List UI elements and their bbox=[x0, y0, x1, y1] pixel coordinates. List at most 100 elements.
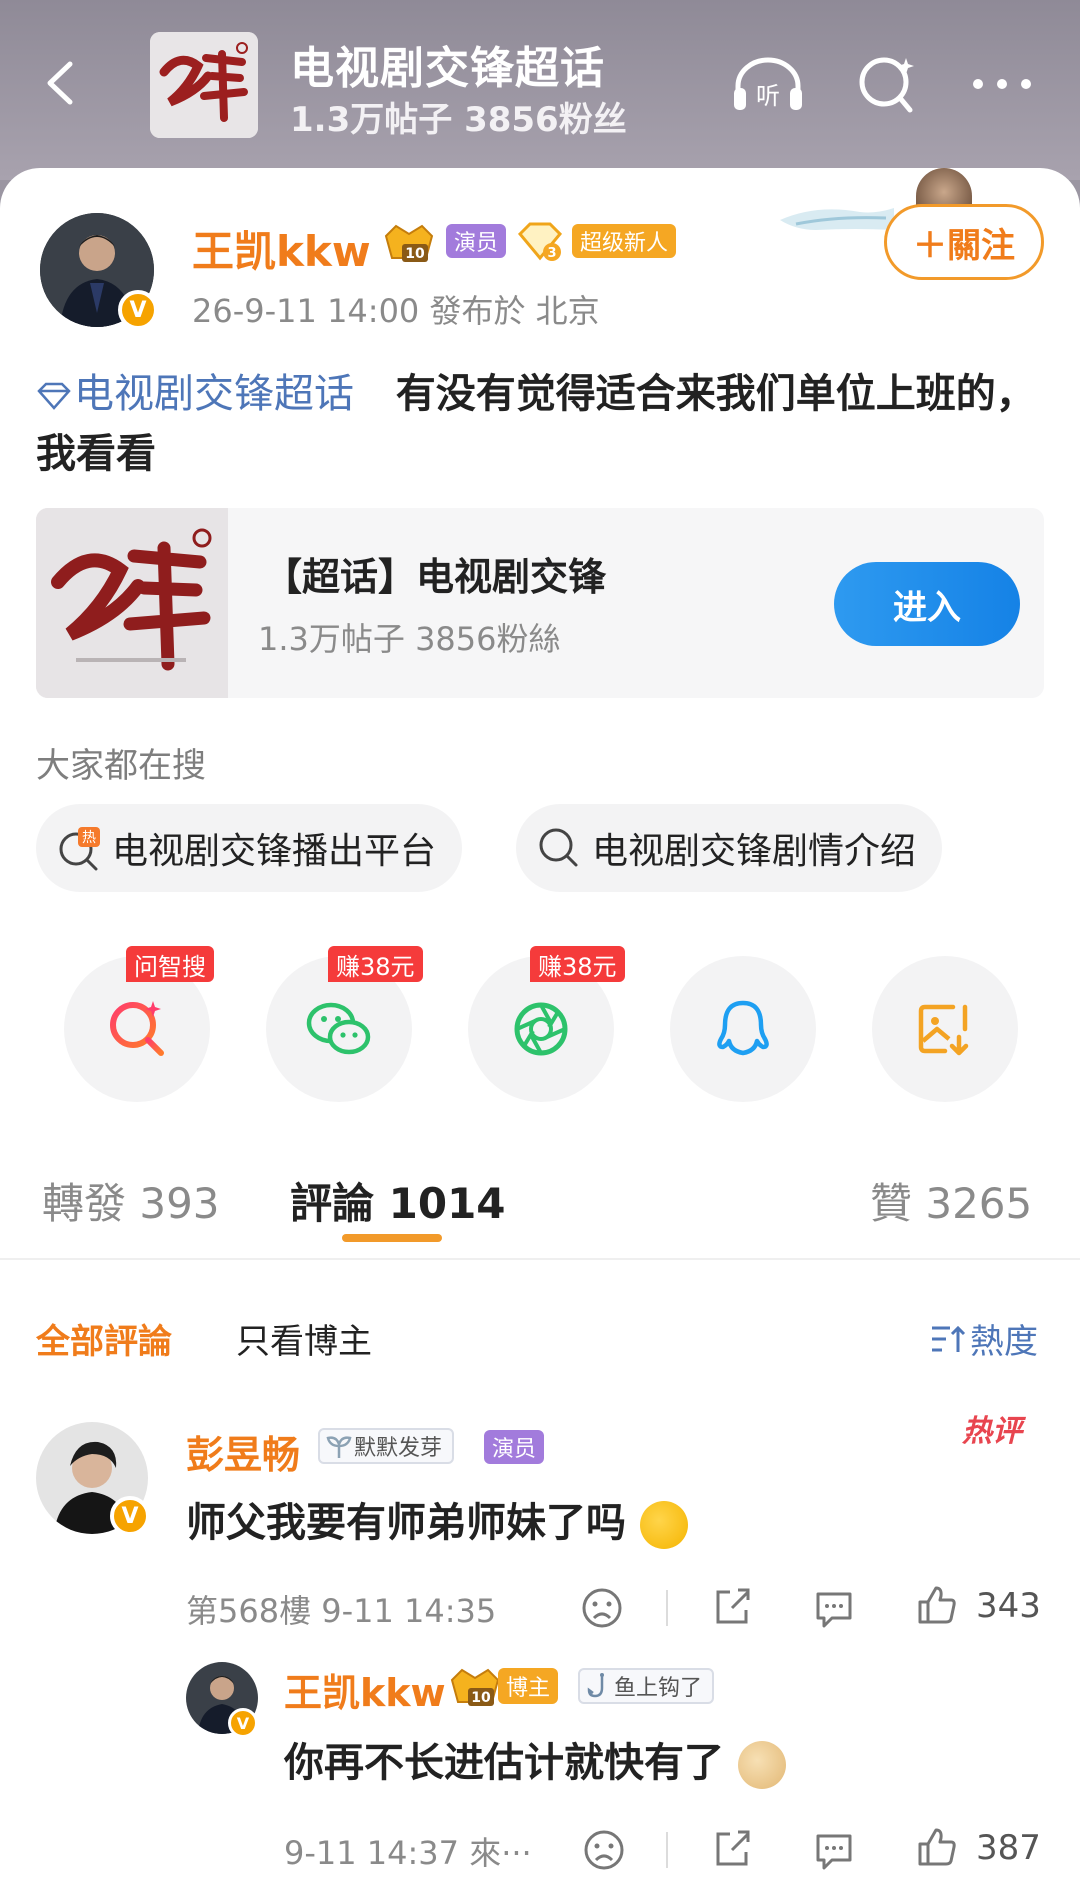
comment-meta: 第568樓 9-11 14:35 bbox=[186, 1592, 497, 1630]
wechat-icon bbox=[306, 1002, 371, 1055]
reply-text-body: 你再不长进估计就快有了 bbox=[284, 1740, 724, 1786]
doge-emoji-icon bbox=[737, 1741, 786, 1789]
actor-tag: 演员 bbox=[484, 1430, 545, 1464]
verified-badge-icon: V bbox=[228, 1708, 258, 1738]
headphones-listen-icon: 听 bbox=[734, 57, 802, 110]
thinking-emoji-icon bbox=[639, 1501, 688, 1549]
filter-all-comments[interactable]: 全部評論 bbox=[36, 1314, 172, 1363]
more-dots-icon bbox=[973, 79, 1031, 89]
share-ai-search-button[interactable]: 问智搜 bbox=[64, 946, 214, 1102]
author-name[interactable]: 王凯kkw bbox=[192, 218, 371, 279]
svg-text:听: 听 bbox=[756, 82, 780, 110]
action-separator bbox=[666, 1590, 668, 1626]
dislike-face-icon[interactable] bbox=[580, 1586, 624, 1630]
topic-link[interactable]: 电视剧交锋超话 bbox=[36, 371, 354, 417]
supertopic-diamond-icon bbox=[37, 382, 71, 410]
sprout-icon bbox=[326, 1436, 352, 1458]
comment-text-body: 师父我要有师弟师妹了吗 bbox=[186, 1500, 626, 1546]
tab-like[interactable]: 贊 3265 bbox=[870, 1170, 1032, 1231]
topic-link-label: 电视剧交锋超话 bbox=[74, 371, 354, 417]
trending-search-heading: 大家都在搜 bbox=[36, 746, 206, 786]
post-text: 电视剧交锋超话 有没有觉得适合来我们单位上班的，我看看 bbox=[36, 364, 1046, 484]
hot-search-icon: 热 bbox=[59, 827, 100, 871]
verified-badge-icon: V bbox=[118, 290, 158, 330]
topic-title: 电视剧交锋超话 bbox=[290, 43, 605, 94]
fishhook-icon bbox=[587, 1673, 604, 1698]
sort-label: 熱度 bbox=[970, 1322, 1038, 1362]
like-count: 343 bbox=[976, 1586, 1041, 1626]
follow-decoration-splash bbox=[780, 208, 894, 230]
owner-tag: 博主 bbox=[498, 1668, 559, 1704]
ai-search-icon bbox=[110, 1001, 164, 1056]
tab-repost[interactable]: 轉發 393 bbox=[42, 1170, 220, 1231]
reply-comment-icon[interactable] bbox=[812, 1586, 856, 1630]
sort-icon bbox=[932, 1325, 966, 1352]
more-button[interactable] bbox=[962, 52, 1042, 116]
search-icon bbox=[539, 828, 578, 867]
hot-comment-badge: 热评 bbox=[962, 1414, 1022, 1449]
like-count: 387 bbox=[976, 1828, 1041, 1868]
post-timestamp: 26-9-11 14:00 發布於 北京 bbox=[192, 292, 600, 330]
follow-button[interactable]: ＋關注 bbox=[884, 204, 1044, 280]
qq-icon bbox=[717, 1000, 769, 1056]
listen-button[interactable]: 听 bbox=[728, 52, 808, 116]
back-button[interactable] bbox=[38, 58, 88, 108]
search-chip-label: 电视剧交锋剧情介绍 bbox=[592, 831, 917, 872]
supertopic-card[interactable]: 【超话】电视剧交锋 1.3万帖子 3856粉絲 进入 bbox=[36, 508, 1044, 698]
share-badge: 赚38元 bbox=[328, 946, 423, 982]
like-thumb-icon[interactable] bbox=[914, 1824, 958, 1868]
actor-tag: 演员 bbox=[446, 224, 507, 258]
save-image-button[interactable] bbox=[872, 956, 1018, 1102]
tab-comment[interactable]: 評論 1014 bbox=[290, 1170, 506, 1231]
super-newbie-tag: 超级新人 bbox=[572, 224, 677, 258]
search-button[interactable] bbox=[848, 52, 928, 116]
supertopic-logo-image bbox=[36, 508, 228, 698]
share-wechat-button[interactable]: 赚38元 bbox=[266, 946, 423, 1102]
supertopic-thumbnail bbox=[36, 508, 228, 698]
active-tab-indicator bbox=[342, 1234, 442, 1242]
comment-text: 师父我要有师弟师妹了吗 bbox=[186, 1490, 688, 1549]
search-chip-plot[interactable]: 电视剧交锋剧情介绍 bbox=[516, 804, 943, 892]
fan-medal-tag: 默默发芽 bbox=[318, 1428, 455, 1464]
share-moments-button[interactable]: 赚38元 bbox=[468, 946, 625, 1102]
dislike-face-icon[interactable] bbox=[582, 1828, 626, 1872]
post-card: V 王凯kkw 10 演员 3 超级新人 26-9-11 14:00 發布於 北… bbox=[0, 168, 1080, 1880]
svg-text:10: 10 bbox=[405, 246, 425, 262]
topic-logo-image bbox=[150, 32, 258, 138]
reply-comment-icon[interactable] bbox=[812, 1828, 856, 1872]
verified-badge-icon: V bbox=[110, 1496, 150, 1536]
share-qq-button[interactable] bbox=[670, 956, 816, 1102]
moments-icon bbox=[514, 1002, 568, 1056]
fan-medal-label: 默默发芽 bbox=[354, 1436, 443, 1461]
topic-thumbnail[interactable] bbox=[150, 32, 258, 138]
fan-diamond-icon: 3 bbox=[516, 220, 564, 264]
level-crown-icon: 10 bbox=[448, 1662, 502, 1710]
svg-text:10: 10 bbox=[471, 1690, 491, 1706]
share-icon[interactable] bbox=[710, 1584, 754, 1628]
topic-header: 电视剧交锋超话 1.3万帖子 3856粉丝 听 bbox=[0, 0, 1080, 180]
filter-owner-only[interactable]: 只看博主 bbox=[236, 1314, 372, 1363]
search-icon bbox=[859, 57, 914, 113]
back-arrow-icon bbox=[47, 61, 73, 105]
search-chip-label: 电视剧交锋播出平台 bbox=[112, 831, 437, 872]
search-chip-platform[interactable]: 热 电视剧交锋播出平台 bbox=[36, 804, 463, 892]
reply-author-name[interactable]: 王凯kkw bbox=[284, 1662, 446, 1717]
commenter-name[interactable]: 彭昱畅 bbox=[186, 1424, 300, 1479]
reply-text: 你再不长进估计就快有了 bbox=[284, 1730, 786, 1789]
sort-by-heat-button[interactable]: 熱度 bbox=[928, 1314, 1038, 1363]
share-badge: 赚38元 bbox=[530, 946, 625, 982]
supertopic-stats: 1.3万帖子 3856粉絲 bbox=[258, 620, 561, 658]
fan-medal-label: 鱼上钩了 bbox=[614, 1676, 703, 1701]
svg-text:3: 3 bbox=[547, 246, 556, 261]
save-image-icon bbox=[918, 1004, 969, 1056]
action-separator bbox=[666, 1832, 668, 1868]
enter-button[interactable]: 进入 bbox=[834, 562, 1020, 646]
like-thumb-icon[interactable] bbox=[914, 1582, 958, 1626]
supertopic-title: 【超话】电视剧交锋 bbox=[264, 555, 607, 599]
topic-stats: 1.3万帖子 3856粉丝 bbox=[290, 100, 627, 140]
svg-text:热: 热 bbox=[82, 830, 96, 846]
share-badge: 问智搜 bbox=[126, 946, 214, 982]
divider bbox=[0, 1258, 1080, 1260]
share-icon[interactable] bbox=[710, 1826, 754, 1870]
level-crown-icon: 10 bbox=[382, 218, 436, 266]
